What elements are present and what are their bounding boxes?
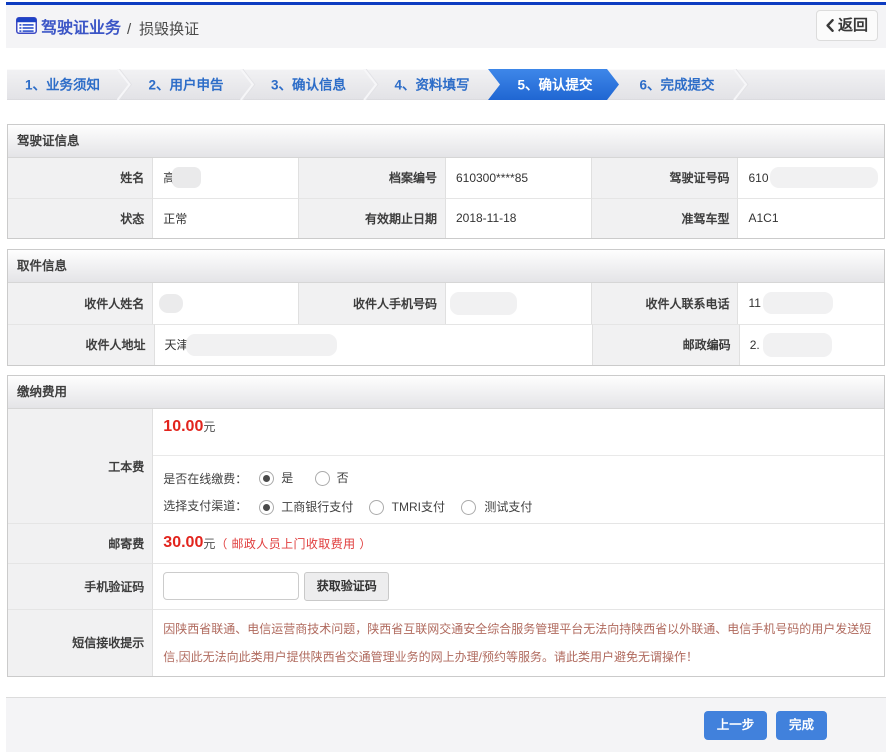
svg-text:2、用户申告: 2、用户申告 xyxy=(148,77,223,93)
svg-text:3、确认信息: 3、确认信息 xyxy=(271,77,347,93)
svg-text:1、业务须知: 1、业务须知 xyxy=(25,77,100,93)
svg-text:5、确认提交: 5、确认提交 xyxy=(517,77,593,93)
svg-text:6、完成提交: 6、完成提交 xyxy=(639,77,715,93)
svg-text:4、资料填写: 4、资料填写 xyxy=(394,77,469,93)
